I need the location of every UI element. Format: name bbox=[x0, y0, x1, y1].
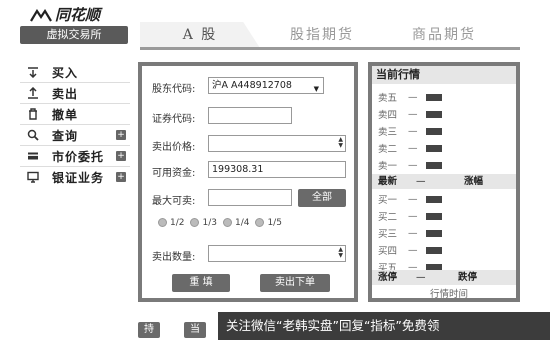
brand-name: 同花顺 bbox=[55, 6, 101, 24]
buy-icon bbox=[26, 65, 40, 79]
quantity-label: 卖出数量: bbox=[152, 252, 196, 263]
all-button[interactable]: 全部 bbox=[298, 189, 346, 207]
volume-bar bbox=[426, 212, 442, 220]
watermark-banner: 关注微信“老韩实盘”回复“指标”免费领 bbox=[218, 312, 550, 340]
today-button[interactable]: 当日 bbox=[184, 322, 206, 338]
buy-level-row: 买四 — bbox=[378, 242, 442, 258]
radio-icon bbox=[158, 218, 167, 227]
trading-app: 同花顺 虚拟交易所 A 股 股指期货 商品期货 买入 卖出 撤单 查询 + 市价… bbox=[0, 0, 550, 340]
buy-level-row: 买三 — bbox=[378, 225, 442, 241]
expand-icon[interactable]: + bbox=[116, 151, 126, 161]
account-label: 股东代码: bbox=[152, 84, 196, 95]
sidebar-item-query[interactable]: 查询 + bbox=[20, 125, 130, 145]
stepper-arrows-icon[interactable]: ▲ ▼ bbox=[338, 137, 343, 149]
ratio-option[interactable]: 1/5 bbox=[255, 218, 282, 228]
volume-bar bbox=[426, 93, 442, 101]
volume-bar bbox=[426, 229, 442, 237]
sell-order-form: 股东代码: 沪A A448912708 ▼ 证券代码: 卖出价格: ▲ ▼ 可用资… bbox=[138, 62, 358, 302]
funds-label: 可用资金: bbox=[152, 168, 196, 179]
sell-icon bbox=[26, 86, 40, 100]
volume-bar bbox=[426, 127, 442, 135]
sidebar-item-label: 市价委托 bbox=[52, 149, 105, 164]
sidebar: 买入 卖出 撤单 查询 + 市价委托 + 银证业务 + bbox=[20, 62, 130, 187]
limit-up-label: 涨停 bbox=[378, 272, 398, 283]
latest-price-bar: 最新 — 涨幅 bbox=[372, 174, 516, 189]
quote-time: 行情时间 bbox=[430, 289, 469, 300]
sidebar-item-label: 买入 bbox=[52, 65, 79, 80]
sim-exchange-label[interactable]: 虚拟交易所 bbox=[20, 26, 128, 44]
logo-icon bbox=[30, 9, 52, 22]
sell-level-row: 卖四 — bbox=[378, 106, 442, 122]
volume-bar bbox=[426, 110, 442, 118]
ratio-option[interactable]: 1/3 bbox=[190, 218, 217, 228]
volume-bar bbox=[426, 246, 442, 254]
radio-icon bbox=[190, 218, 200, 227]
tab-a-shares[interactable]: A 股 bbox=[140, 22, 260, 48]
ratio-option[interactable]: 1/4 bbox=[222, 218, 249, 228]
stepper-arrows-icon[interactable]: ▲ ▼ bbox=[338, 247, 343, 259]
ratio-options: 1/2 1/3 1/4 1/5 bbox=[158, 218, 282, 228]
expand-icon[interactable]: + bbox=[116, 130, 126, 140]
trash-icon bbox=[26, 107, 40, 121]
tab-index-futures[interactable]: 股指期货 bbox=[290, 22, 354, 48]
sidebar-item-market-order[interactable]: 市价委托 + bbox=[20, 146, 130, 166]
limit-down-label: 跌停 bbox=[458, 272, 478, 283]
tab-commodity-futures[interactable]: 商品期货 bbox=[412, 22, 476, 48]
latest-label: 最新 bbox=[378, 176, 398, 187]
volume-bar bbox=[426, 195, 442, 203]
volume-bar bbox=[426, 161, 442, 169]
sidebar-item-buy[interactable]: 买入 bbox=[20, 62, 130, 82]
search-icon bbox=[26, 128, 40, 142]
latest-value: — bbox=[416, 176, 426, 187]
positions-button[interactable]: 持仓 bbox=[138, 322, 160, 338]
radio-icon bbox=[222, 218, 232, 227]
limit-price-bar: 涨停 — 跌停 bbox=[372, 270, 516, 285]
tab-underline bbox=[140, 47, 520, 50]
brand-logo: 同花顺 bbox=[30, 4, 100, 25]
sell-level-row: 卖三 — bbox=[378, 123, 442, 139]
buy-level-row: 买二 — bbox=[378, 208, 442, 224]
sidebar-item-bank-securities[interactable]: 银证业务 + bbox=[20, 167, 130, 187]
volume-bar bbox=[426, 144, 442, 152]
sidebar-item-label: 撤单 bbox=[52, 107, 79, 122]
chevron-down-icon: ▼ bbox=[313, 85, 319, 93]
reset-button[interactable]: 重 填 bbox=[172, 274, 230, 292]
market-tabs: A 股 股指期货 商品期货 bbox=[140, 22, 520, 48]
change-label: 涨幅 bbox=[464, 176, 484, 187]
account-value: 沪A A448912708 bbox=[212, 80, 292, 91]
price-label: 卖出价格: bbox=[152, 142, 196, 153]
sell-level-row: 卖二 — bbox=[378, 140, 442, 156]
max-sell-field bbox=[208, 189, 292, 206]
sell-price-stepper[interactable]: ▲ ▼ bbox=[208, 135, 346, 152]
card-icon bbox=[26, 149, 40, 163]
quantity-stepper[interactable]: ▲ ▼ bbox=[208, 245, 346, 262]
sidebar-item-label: 查询 bbox=[52, 128, 79, 143]
security-code-input[interactable] bbox=[208, 107, 292, 124]
max-sell-label: 最大可卖: bbox=[152, 196, 196, 207]
quote-panel: 当前行情 卖五 — 卖四 — 卖三 — 卖二 — 卖一 — 最新 — 涨幅 买一 — 买二 —… bbox=[368, 62, 520, 302]
ratio-option[interactable]: 1/2 bbox=[158, 218, 184, 228]
radio-icon bbox=[255, 218, 265, 227]
sell-level-row: 卖五 — bbox=[378, 89, 442, 105]
account-select[interactable]: 沪A A448912708 ▼ bbox=[208, 77, 324, 94]
limit-up-value: — bbox=[416, 272, 426, 283]
quote-title: 当前行情 bbox=[372, 66, 516, 84]
sell-level-row: 卖一 — bbox=[378, 157, 442, 173]
monitor-icon bbox=[26, 170, 40, 184]
submit-sell-button[interactable]: 卖出下单 bbox=[260, 274, 330, 292]
expand-icon[interactable]: + bbox=[116, 172, 126, 182]
available-funds-field: 199308.31 bbox=[208, 161, 346, 178]
sidebar-item-sell[interactable]: 卖出 bbox=[20, 83, 130, 103]
sidebar-item-label: 卖出 bbox=[52, 86, 79, 101]
sidebar-item-label: 银证业务 bbox=[52, 170, 105, 185]
buy-level-row: 买一 — bbox=[378, 191, 442, 207]
code-label: 证券代码: bbox=[152, 114, 196, 125]
sidebar-item-cancel[interactable]: 撤单 bbox=[20, 104, 130, 124]
